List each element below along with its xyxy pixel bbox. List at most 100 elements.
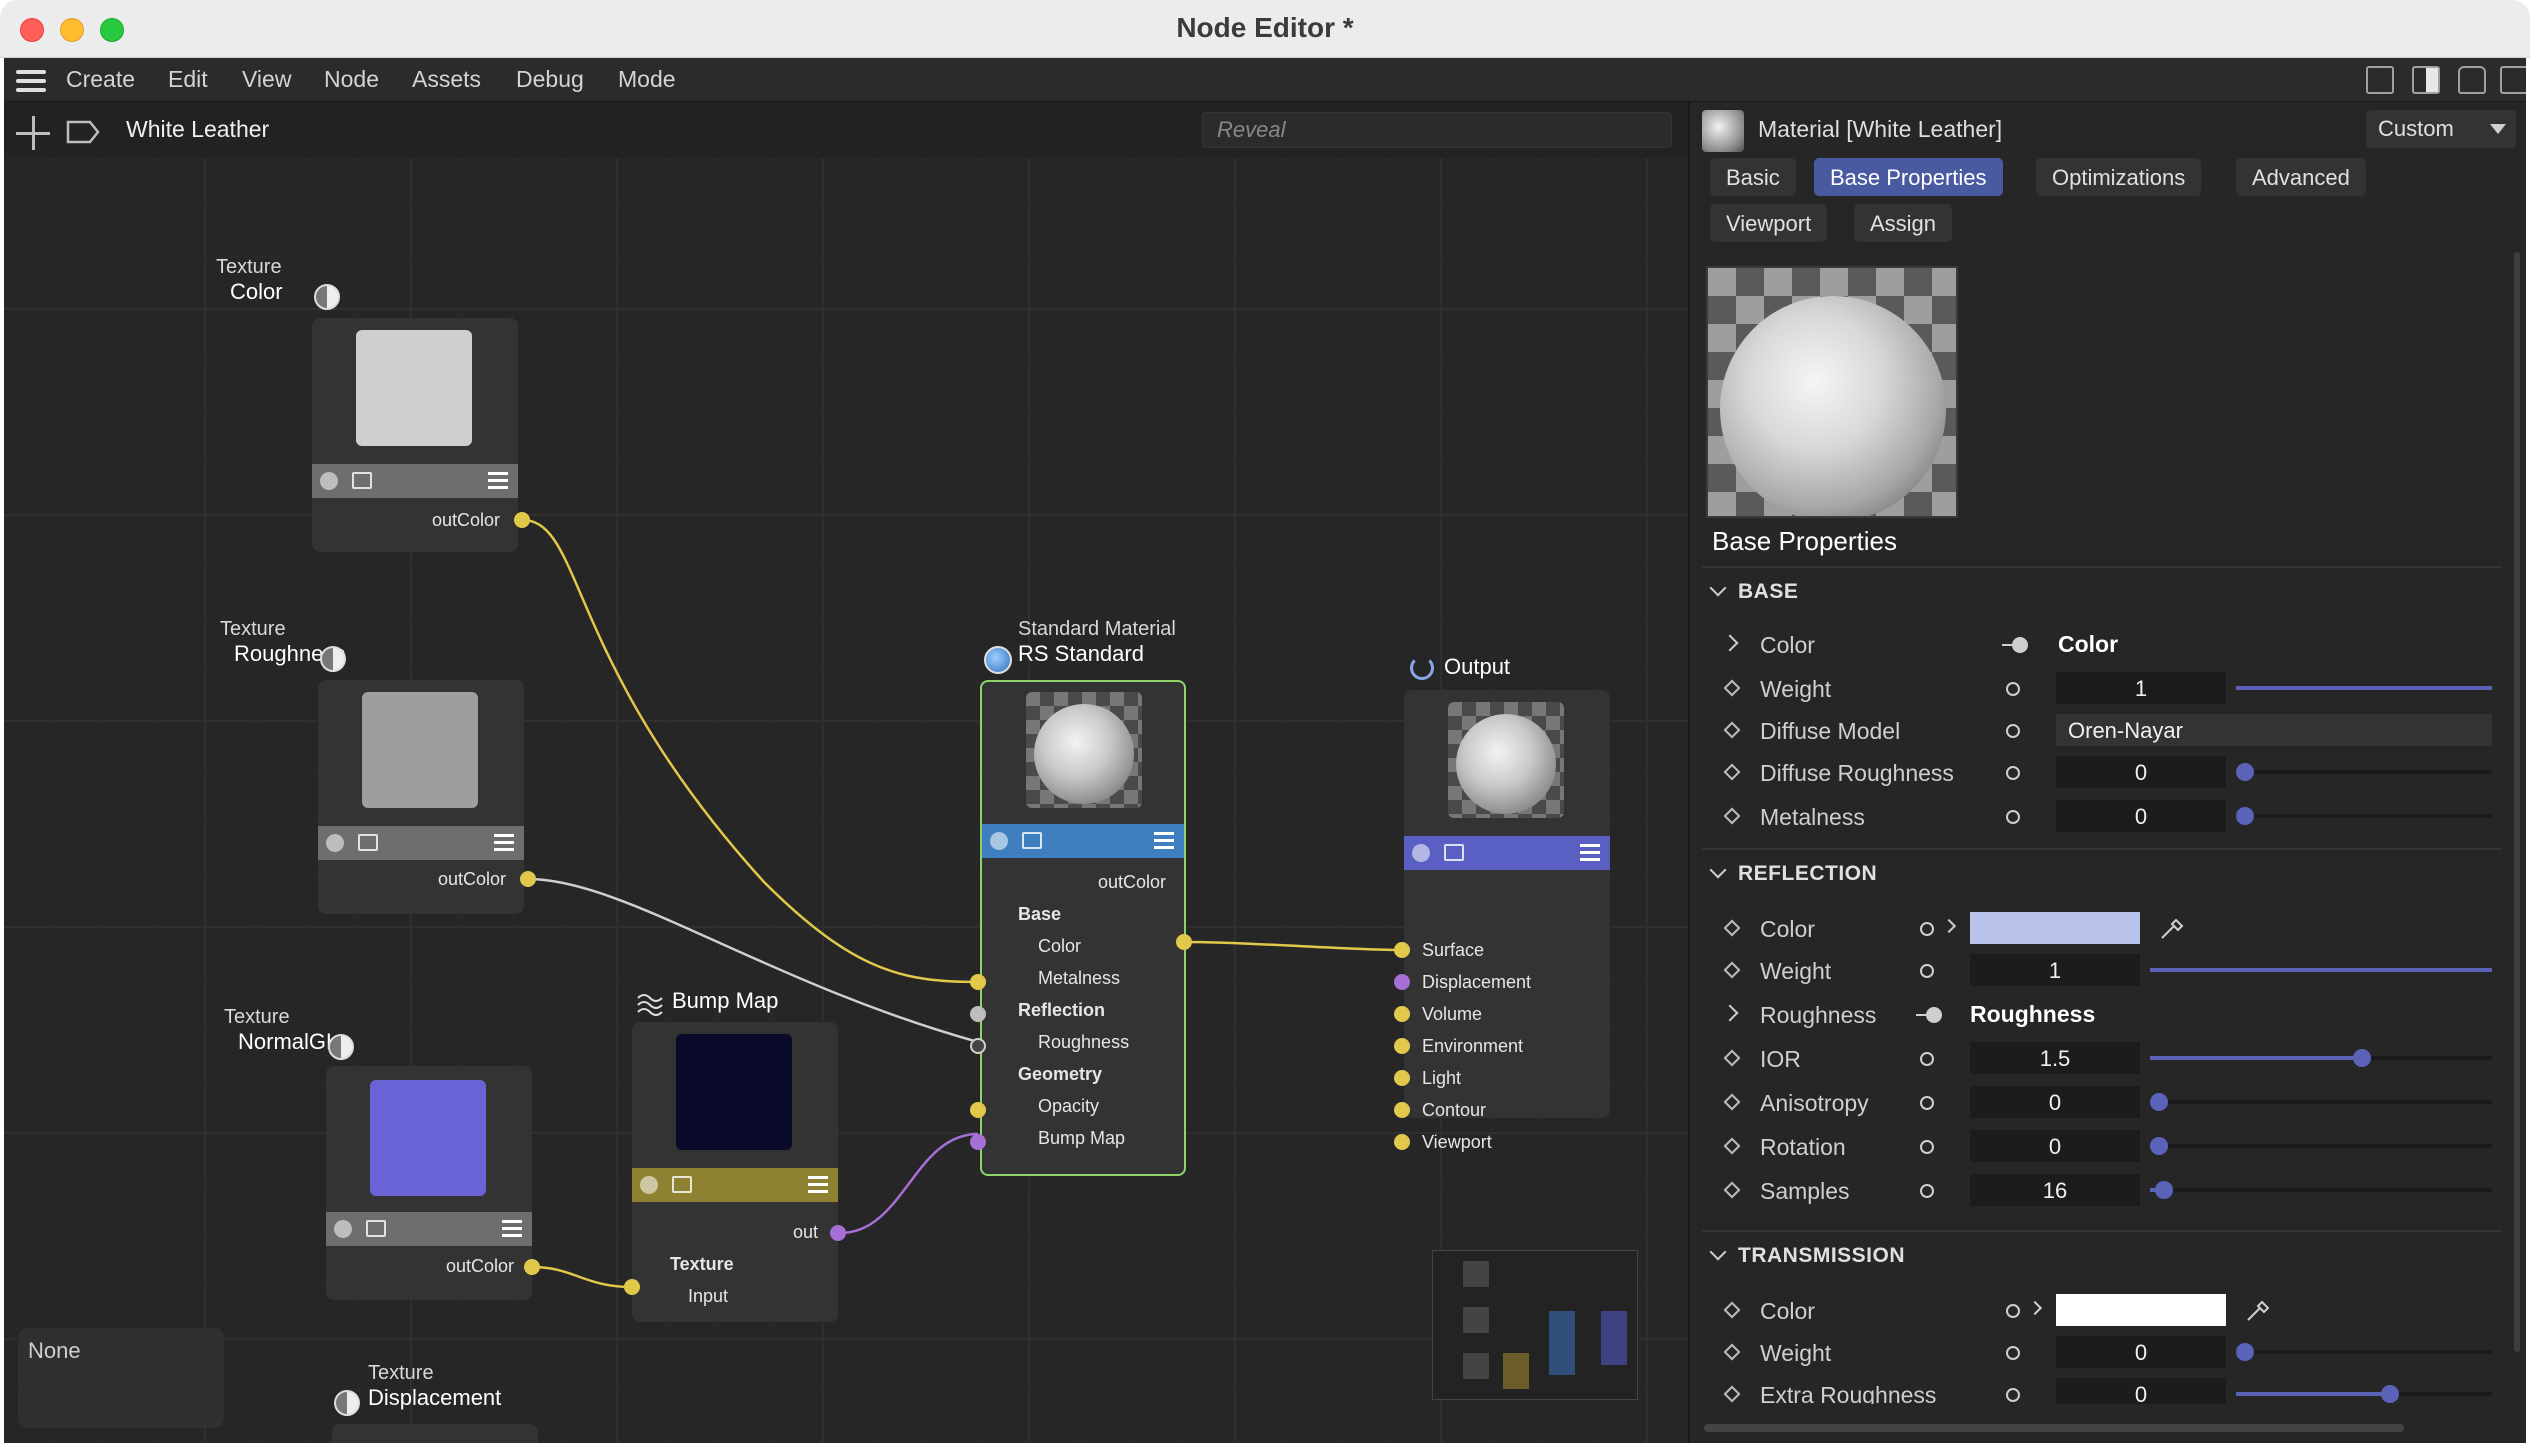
port-toggle-icon[interactable] (2006, 1346, 2020, 1360)
node-menu-icon[interactable] (502, 1220, 522, 1238)
port-outcolor-color[interactable] (514, 512, 530, 528)
ior-field[interactable]: 1.5 (1970, 1042, 2140, 1074)
settings-icon[interactable] (320, 472, 338, 490)
port-toggle-icon[interactable] (1920, 1184, 1934, 1198)
transmission-color-swatch[interactable] (2056, 1294, 2226, 1326)
port-bump-map[interactable] (970, 1134, 986, 1150)
settings-icon[interactable] (990, 832, 1008, 850)
node-texture-displacement[interactable] (332, 1424, 538, 1443)
tab-advanced[interactable]: Advanced (2236, 158, 2366, 196)
transmission-weight-slider[interactable] (2236, 1343, 2492, 1361)
eyedropper-icon[interactable] (2158, 914, 2188, 942)
tab-basic[interactable]: Basic (1710, 158, 1796, 196)
keyframe-icon[interactable] (1723, 1093, 1741, 1111)
port-standard-outcolor[interactable] (1176, 934, 1192, 950)
node-texture-color[interactable]: outColor (312, 318, 518, 552)
image-icon[interactable] (672, 1176, 692, 1193)
minimap[interactable] (1432, 1250, 1638, 1400)
menu-edit[interactable]: Edit (168, 66, 208, 93)
group-transmission-header[interactable]: TRANSMISSION (1709, 1243, 1905, 1268)
port-volume[interactable] (1394, 1006, 1410, 1022)
node-texture-roughness[interactable]: outColor (318, 680, 524, 914)
reflection-weight-field[interactable]: 1 (1970, 954, 2140, 986)
anisotropy-slider[interactable] (2150, 1093, 2492, 1111)
linked-port-icon[interactable] (2002, 637, 2028, 653)
port-toggle-icon[interactable] (2006, 682, 2020, 696)
port-bump-input[interactable] (624, 1279, 640, 1295)
keyframe-icon[interactable] (1723, 1301, 1741, 1319)
menu-view[interactable]: View (242, 66, 291, 93)
menu-create[interactable]: Create (66, 66, 135, 93)
tab-assign[interactable]: Assign (1854, 204, 1953, 242)
expand-icon[interactable] (1721, 634, 1739, 652)
port-roughness[interactable] (970, 1038, 986, 1054)
keyframe-icon[interactable] (1723, 763, 1741, 781)
node-output[interactable]: Surface Displacement Volume Environment … (1404, 690, 1610, 1152)
port-toggle-icon[interactable] (1920, 1096, 1934, 1110)
port-metalness[interactable] (970, 1006, 986, 1022)
tab-viewport[interactable]: Viewport (1710, 204, 1828, 242)
group-reflection-header[interactable]: REFLECTION (1709, 861, 1877, 886)
metalness-slider[interactable] (2236, 807, 2492, 825)
tag-icon[interactable] (66, 120, 100, 144)
tab-optimizations[interactable]: Optimizations (2036, 158, 2202, 196)
base-weight-field[interactable]: 1 (2056, 672, 2226, 704)
rotation-field[interactable]: 0 (1970, 1130, 2140, 1162)
expand-icon[interactable] (1721, 1004, 1739, 1022)
port-outcolor-roughness[interactable] (520, 871, 536, 887)
split-layout-icon[interactable] (2366, 66, 2394, 94)
node-menu-icon[interactable] (1154, 832, 1174, 850)
menu-mode[interactable]: Mode (618, 66, 676, 93)
port-displacement[interactable] (1394, 974, 1410, 990)
keyframe-icon[interactable] (1723, 961, 1741, 979)
samples-slider[interactable] (2150, 1181, 2492, 1199)
port-toggle-icon[interactable] (1920, 1052, 1934, 1066)
extra-roughness-field[interactable]: 0 (2056, 1378, 2226, 1404)
port-environment[interactable] (1394, 1038, 1410, 1054)
hamburger-menu-icon[interactable] (16, 70, 46, 92)
add-icon[interactable] (16, 116, 50, 150)
port-opacity[interactable] (970, 1102, 986, 1118)
image-icon[interactable] (366, 1220, 386, 1237)
port-bump-out[interactable] (830, 1225, 846, 1241)
node-title-texture-normalgl[interactable]: Texture NormalGL (202, 1006, 338, 1055)
lock-icon[interactable] (2458, 66, 2486, 94)
tab-base-properties[interactable]: Base Properties (1814, 158, 2003, 196)
port-toggle-icon[interactable] (1920, 1140, 1934, 1154)
group-base-header[interactable]: BASE (1709, 579, 1798, 604)
port-toggle-icon[interactable] (2006, 810, 2020, 824)
menu-debug[interactable]: Debug (516, 66, 584, 93)
linked-port-icon[interactable] (1916, 1007, 1942, 1023)
chevron-right-icon[interactable] (1941, 918, 1957, 934)
diffuse-roughness-slider[interactable] (2236, 763, 2492, 781)
transmission-weight-field[interactable]: 0 (2056, 1336, 2226, 1368)
settings-icon[interactable] (326, 834, 344, 852)
node-texture-normalgl[interactable]: outColor (326, 1066, 532, 1300)
keyframe-icon[interactable] (1723, 919, 1741, 937)
metalness-field[interactable]: 0 (2056, 800, 2226, 832)
chevron-right-icon[interactable] (2027, 1300, 2043, 1316)
diffuse-model-select[interactable]: Oren-Nayar (2056, 714, 2492, 746)
extra-roughness-slider[interactable] (2236, 1385, 2492, 1403)
samples-field[interactable]: 16 (1970, 1174, 2140, 1206)
node-menu-icon[interactable] (494, 834, 514, 852)
port-toggle-icon[interactable] (2006, 766, 2020, 780)
ior-slider[interactable] (2150, 1049, 2492, 1067)
node-editor-canvas[interactable]: White Leather Texture Color outColor Tex… (4, 102, 1688, 1443)
horizontal-scrollbar[interactable] (1704, 1424, 2404, 1432)
diffuse-roughness-field[interactable]: 0 (2056, 756, 2226, 788)
settings-icon[interactable] (334, 1220, 352, 1238)
keyframe-icon[interactable] (1723, 807, 1741, 825)
port-toggle-icon[interactable] (2006, 724, 2020, 738)
port-light[interactable] (1394, 1070, 1410, 1086)
node-menu-icon[interactable] (1580, 844, 1600, 862)
port-outcolor-normal[interactable] (524, 1259, 540, 1275)
panel-layout-icon[interactable] (2412, 66, 2440, 94)
port-base-color[interactable] (970, 974, 986, 990)
port-contour[interactable] (1394, 1102, 1410, 1118)
keyframe-icon[interactable] (1723, 1049, 1741, 1067)
image-icon[interactable] (1444, 844, 1464, 861)
anisotropy-field[interactable]: 0 (1970, 1086, 2140, 1118)
reveal-search-input[interactable] (1202, 112, 1672, 148)
image-icon[interactable] (1022, 832, 1042, 849)
